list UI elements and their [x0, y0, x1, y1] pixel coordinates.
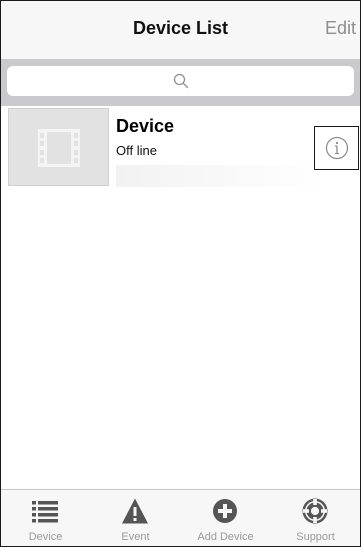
device-status-strip	[116, 165, 326, 187]
list-icon	[32, 501, 58, 523]
lifebuoy-icon	[302, 498, 328, 524]
device-list-item[interactable]: Device Off line	[1, 107, 360, 189]
warning-icon	[122, 498, 148, 524]
device-thumbnail	[8, 108, 109, 186]
app-frame: Device List Edit Device Off line Device …	[0, 0, 361, 547]
device-name: Device	[116, 116, 175, 136]
device-info-button[interactable]	[314, 126, 359, 170]
tab-add-device[interactable]: Add Device	[181, 490, 270, 546]
tab-bar: Device Event Add Device Support	[1, 489, 360, 546]
film-icon	[38, 129, 80, 167]
device-status: Off line	[116, 143, 157, 158]
navigation-bar: Device List Edit	[1, 1, 360, 60]
page-title: Device List	[132, 18, 229, 38]
tab-event-label: Event	[121, 531, 150, 543]
info-icon	[325, 136, 349, 160]
tab-event[interactable]: Event	[91, 490, 180, 546]
search-bar	[1, 60, 360, 106]
tab-support[interactable]: Support	[271, 490, 360, 546]
add-circle-icon	[213, 499, 237, 523]
search-icon	[173, 73, 189, 89]
tab-device[interactable]: Device	[1, 490, 90, 546]
edit-button[interactable]: Edit	[325, 18, 356, 39]
tab-add-device-label: Add Device	[197, 531, 254, 543]
tab-device-label: Device	[28, 531, 63, 543]
search-input[interactable]	[7, 66, 354, 96]
tab-support-label: Support	[296, 531, 335, 543]
